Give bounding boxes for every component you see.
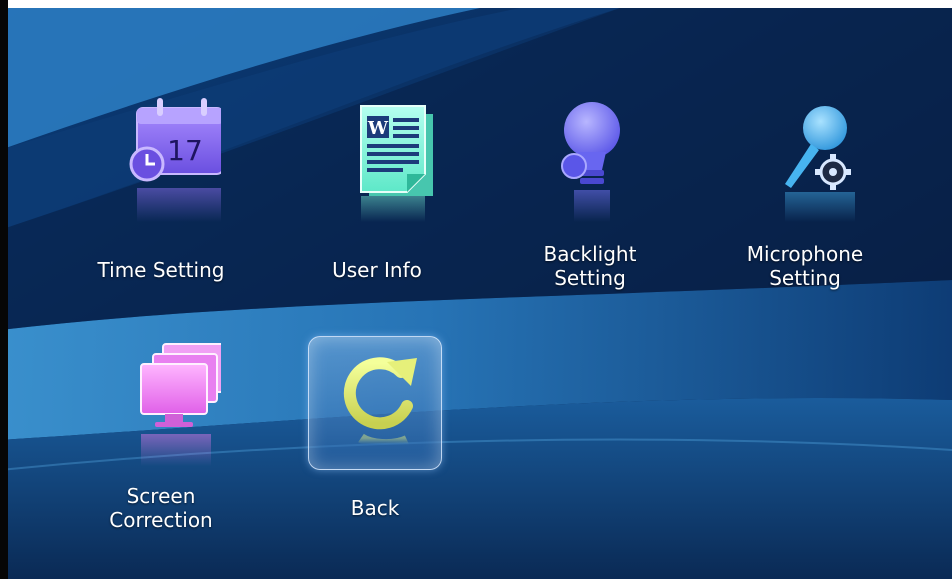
tile-back[interactable]: Back <box>290 336 460 546</box>
tile-user-info[interactable]: W User Info <box>292 92 462 302</box>
calendar-day: 17 <box>167 134 203 167</box>
tile-microphone-setting[interactable]: Microphone Setting <box>720 92 890 302</box>
tile-screen-correction[interactable]: Screen Correction <box>76 336 246 546</box>
settings-screen: 17 Time Setting W User Info Backlight Se… <box>0 0 952 579</box>
left-border <box>0 0 8 579</box>
refresh-arrow-icon <box>315 340 435 470</box>
backlight-setting-label: Backlight Setting <box>543 242 637 290</box>
tile-time-setting[interactable]: 17 Time Setting <box>76 92 246 302</box>
top-border <box>0 0 952 8</box>
monitor-stack-icon <box>101 336 228 466</box>
word-document-icon: W <box>317 92 437 222</box>
screen-correction-label: Screen Correction <box>109 484 213 532</box>
lightbulb-icon <box>530 92 650 222</box>
tile-backlight-setting[interactable]: Backlight Setting <box>505 92 675 302</box>
time-setting-label: Time Setting <box>97 258 225 282</box>
doc-letter: W <box>367 118 389 139</box>
microphone-gear-icon <box>745 92 865 222</box>
microphone-setting-label: Microphone Setting <box>746 242 864 290</box>
user-info-label: User Info <box>332 258 422 282</box>
back-label: Back <box>350 496 400 520</box>
calendar-clock-icon: 17 <box>101 92 224 222</box>
